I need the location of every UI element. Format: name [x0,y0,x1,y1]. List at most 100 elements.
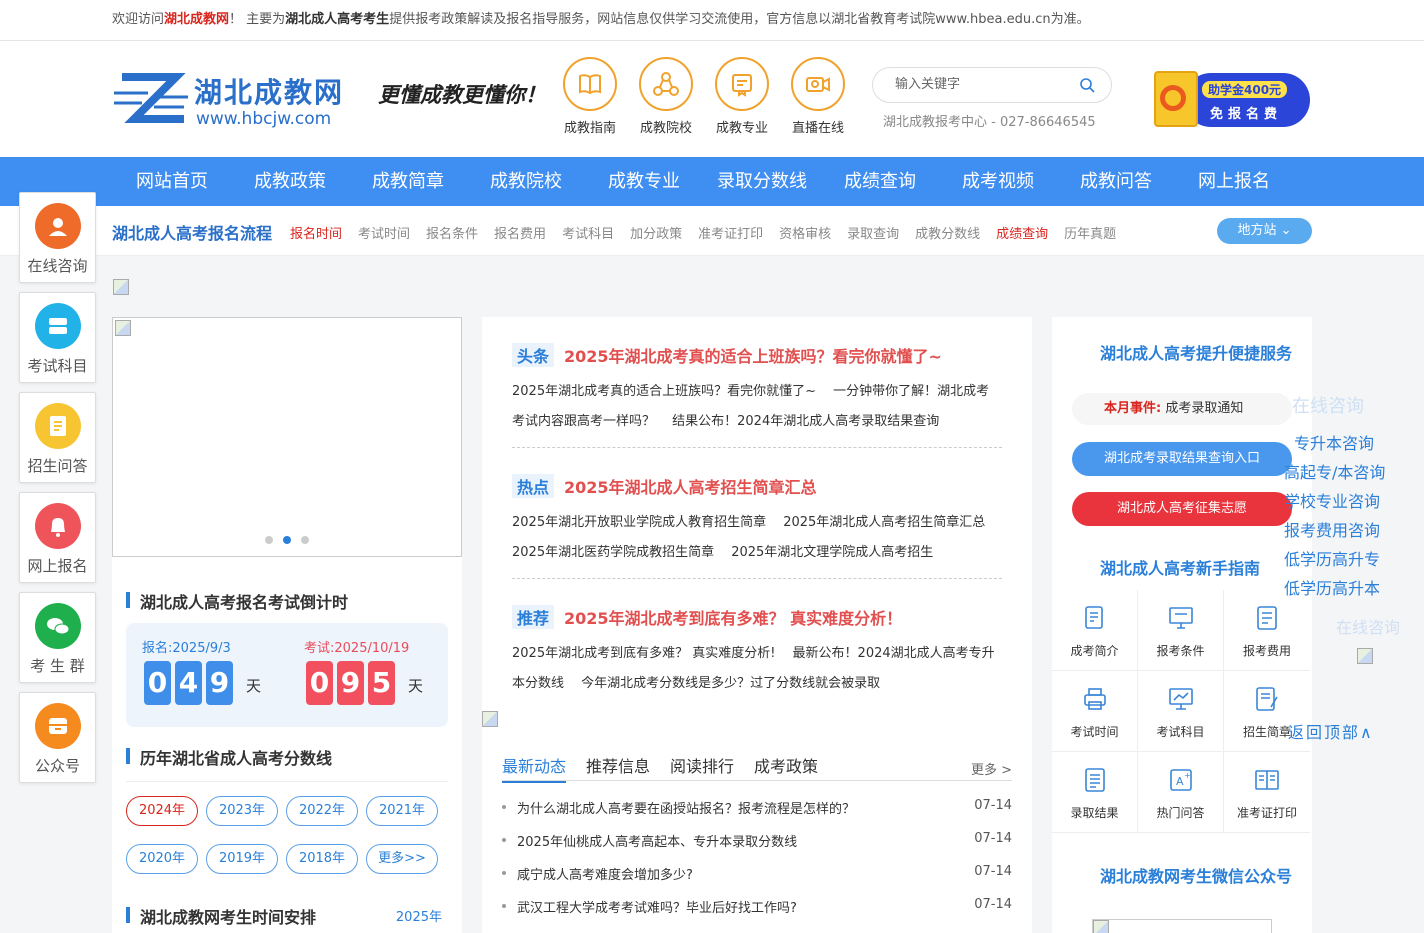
guide-item-conditions[interactable]: 报考条件 [1138,590,1224,671]
event-notice[interactable]: 本月事件: 成考录取通知 [1072,393,1292,425]
consult-link[interactable]: 高起专/本咨询 [1284,459,1385,488]
year-button[interactable]: 2019年 [206,844,278,874]
year-button[interactable]: 2021年 [366,796,438,826]
process-link[interactable]: 报名条件 [426,223,478,242]
list-item[interactable]: 为什么湖北成人高考要在函授站报名？报考流程是怎样的？ 07-14 [502,797,1012,830]
local-site-button[interactable]: 地方站 ⌄ [1217,218,1312,244]
search-box [872,67,1112,103]
year-button[interactable]: 更多>> [366,844,438,874]
quick-nav-live[interactable]: 直播在线 [790,57,846,136]
news-summary[interactable]: 2025年湖北成考真的适合上班族吗？看完你就懂了~ 一分钟带你了解！湖北成考考试… [512,377,1002,437]
float-item-group[interactable]: 考 生 群 [19,592,96,683]
consult-link[interactable]: 专升本咨询 [1284,430,1385,459]
float-item-signup[interactable]: 网上报名 [19,492,96,583]
list-item[interactable]: 2025年仙桃成人高考高起本、专升本录取分数线 07-14 [502,830,1012,863]
news-headline[interactable]: 头条 2025年湖北成考真的适合上班族吗？看完你就懂了~ [512,343,1002,367]
guide-item-admission-ticket[interactable]: 准考证打印 [1224,752,1310,833]
schedule-year[interactable]: 2025年 [396,906,442,925]
news-headline[interactable]: 热点 2025年湖北成人高考招生简章汇总 [512,474,1002,498]
nav-item-brochure[interactable]: 成教简章 [349,157,467,206]
list-item-date: 07-14 [974,864,1012,879]
carousel-dot[interactable] [265,536,273,544]
notice-site-link[interactable]: 湖北成教网 [164,12,229,27]
nav-item-scores[interactable]: 成绩查询 [821,157,939,206]
tab-policy[interactable]: 成考政策 [754,753,818,777]
site-logo[interactable]: 湖北成教网 www.hbcjw.com [114,69,354,131]
nav-item-qa[interactable]: 成教问答 [1057,157,1175,206]
tab-ranking[interactable]: 阅读排行 [670,753,734,777]
search-icon[interactable] [1079,77,1095,93]
process-link[interactable]: 成绩查询 [996,223,1048,242]
nav-item-policy[interactable]: 成教政策 [231,157,349,206]
exam-date: 考试:2025/10/19 [304,641,410,656]
process-link[interactable]: 考试科目 [562,223,614,242]
floating-sidebar: 在线咨询 考试科目 招生问答 网上报名 考 生 群 公众号 [19,192,96,792]
volunteer-button[interactable]: 湖北成人高考征集志愿 [1072,492,1292,526]
news-summary[interactable]: 2025年湖北开放职业学院成人教育招生简章 2025年湖北成人高考招生简章汇总 … [512,508,1002,568]
guide-item-exam-time[interactable]: 考试时间 [1052,671,1138,752]
process-link[interactable]: 准考证打印 [698,223,763,242]
document-icon [34,403,81,449]
list-item[interactable]: 咸宁成人高考难度会增加多少? 07-14 [502,863,1012,896]
consult-link[interactable]: 学校专业咨询 [1284,488,1385,517]
nav-item-home[interactable]: 网站首页 [113,157,231,206]
tab-recommended[interactable]: 推荐信息 [586,753,650,777]
process-link[interactable]: 资格审核 [779,223,831,242]
carousel-banner[interactable] [112,317,462,557]
float-item-subjects[interactable]: 考试科目 [19,292,96,383]
news-list: 为什么湖北成人高考要在函授站报名？报考流程是怎样的？ 07-14 2025年仙桃成… [502,797,1012,929]
bell-icon [34,503,81,549]
year-button[interactable]: 2024年 [126,796,198,826]
consult-link[interactable]: 低学历高升专 [1284,546,1385,575]
nav-item-videos[interactable]: 成考视频 [939,157,1057,206]
guide-item-qa[interactable]: A + 热门问答 [1138,752,1224,833]
quick-nav-schools[interactable]: 成教院校 [638,57,694,136]
year-button[interactable]: 2023年 [206,796,278,826]
consult-link[interactable]: 低学历高升本 [1284,575,1385,604]
process-link[interactable]: 加分政策 [630,223,682,242]
process-link[interactable]: 历年真题 [1064,223,1116,242]
wechat-title: 湖北成教网考生微信公众号 [1100,867,1293,886]
process-link[interactable]: 录取查询 [847,223,899,242]
admission-query-button[interactable]: 湖北成考录取结果查询入口 [1072,442,1292,476]
broken-image-icon [482,711,498,727]
float-item-consult[interactable]: 在线咨询 [19,192,96,283]
list-item[interactable]: 武汉工程大学成考考试难吗？毕业后好找工作吗? 07-14 [502,896,1012,929]
tab-latest[interactable]: 最新动态 [502,753,567,783]
float-item-faq[interactable]: 招生问答 [19,392,96,483]
wechat-icon [34,603,81,649]
more-link[interactable]: 更多 > [971,759,1012,778]
guide-item-label: 热门问答 [1156,806,1205,820]
quick-nav-guide[interactable]: 成教指南 [562,57,618,136]
process-link[interactable]: 报名费用 [494,223,546,242]
float-item-official[interactable]: 公众号 [19,692,96,783]
news-summary[interactable]: 2025年湖北成考到底有多难？ 真实难度分析! 最新公布！2024湖北成人高考专… [512,639,1002,699]
news-headline[interactable]: 推荐 2025年湖北成考到底有多难？ 真实难度分析！ [512,605,1002,629]
guide-item-results[interactable]: 录取结果 [1052,752,1138,833]
guide-item-subjects[interactable]: 考试科目 [1138,671,1224,752]
nav-item-majors[interactable]: 成教专业 [585,157,703,206]
back-to-top-button[interactable]: 返回顶部∧ [1288,719,1374,743]
year-button[interactable]: 2018年 [286,844,358,874]
broken-image-icon [115,320,131,336]
quick-nav-majors[interactable]: 成教专业 [714,57,770,136]
process-title: 湖北成人高考报名流程 [112,224,273,243]
notice-mid: ！ 主要为 [229,12,286,27]
year-button[interactable]: 2020年 [126,844,198,874]
nav-item-cutoff[interactable]: 录取分数线 [703,157,821,206]
year-button[interactable]: 2022年 [286,796,358,826]
nav-item-schools[interactable]: 成教院校 [467,157,585,206]
carousel-dot[interactable] [283,536,291,544]
consult-link[interactable]: 报考费用咨询 [1284,517,1385,546]
news-block: 头条 2025年湖北成考真的适合上班族吗？看完你就懂了~ 2025年湖北成考真的适… [512,343,1002,448]
day-unit: 天 [246,677,262,695]
process-link[interactable]: 考试时间 [358,223,410,242]
carousel-dot[interactable] [301,536,309,544]
promo-banner[interactable]: 助学金400元 免报名费 [1144,71,1312,129]
signup-days: 0 4 9 [144,661,233,705]
process-link[interactable]: 报名时间 [290,223,342,242]
nav-item-signup[interactable]: 网上报名 [1175,157,1293,206]
search-input[interactable] [895,77,1065,92]
guide-item-intro[interactable]: 成考简介 [1052,590,1138,671]
process-link[interactable]: 成教分数线 [915,223,980,242]
